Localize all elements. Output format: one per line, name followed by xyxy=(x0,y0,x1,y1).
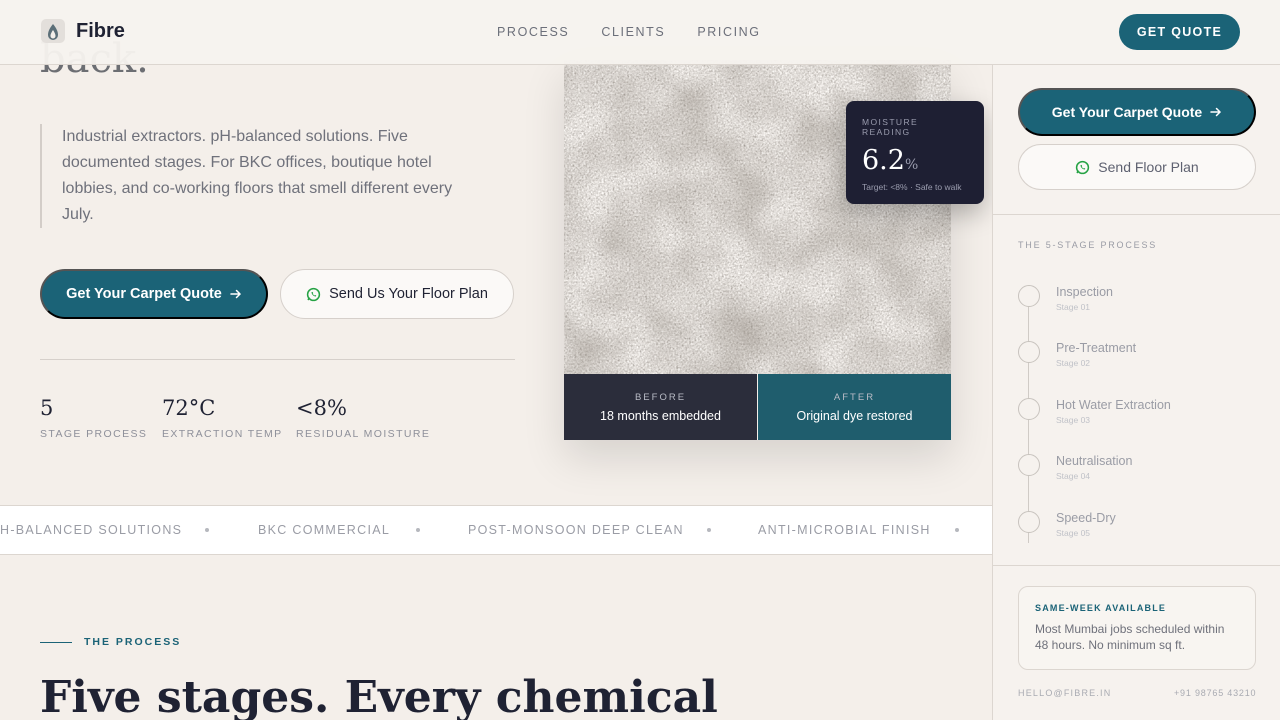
marquee-separator xyxy=(955,528,959,532)
stage-item-hot-water-extraction[interactable]: Hot Water Extraction Stage 03 xyxy=(1018,398,1171,425)
marquee-item: POST-MONSOON DEEP CLEAN xyxy=(468,523,684,537)
hero-description: Industrial extractors. pH-balanced solut… xyxy=(40,124,480,228)
after-text: Original dye restored xyxy=(796,408,913,423)
nav-link-process[interactable]: PROCESS xyxy=(497,25,569,39)
nav-link-clients[interactable]: CLIENTS xyxy=(601,25,665,39)
arrow-right-icon xyxy=(1210,107,1222,117)
stat-temperature: 72°C EXTRACTION TEMP xyxy=(162,396,283,440)
stat-label: STAGE PROCESS xyxy=(40,428,148,440)
top-nav: Fibre PROCESS CLIENTS PRICING GET QUOTE xyxy=(0,0,1280,65)
availability-title: SAME-WEEK AVAILABLE xyxy=(1035,603,1167,613)
marquee-separator xyxy=(707,528,711,532)
moisture-reading-card: MOISTURE READING 6.2% Target: <8% · Safe… xyxy=(846,101,984,204)
stage-marker xyxy=(1018,285,1040,307)
before-text: 18 months embedded xyxy=(600,408,721,423)
stage-name: Speed-Dry xyxy=(1056,511,1116,525)
services-marquee: H-BALANCED SOLUTIONS BKC COMMERCIAL POST… xyxy=(0,505,993,555)
carpet-quote-label: Get Your Carpet Quote xyxy=(66,286,222,302)
get-quote-button[interactable]: GET QUOTE xyxy=(1119,14,1240,50)
stage-item-speed-dry[interactable]: Speed-Dry Stage 05 xyxy=(1018,511,1116,538)
after-panel: AFTER Original dye restored xyxy=(758,374,951,440)
eyebrow-line xyxy=(40,641,72,643)
nav-link-pricing[interactable]: PRICING xyxy=(697,25,760,39)
stage-number: Stage 01 xyxy=(1056,302,1091,312)
sidebar-floor-plan-button[interactable]: Send Floor Plan xyxy=(1018,144,1256,190)
quote-sidebar: Get Your Carpet Quote Send Floor Plan TH… xyxy=(992,65,1280,720)
sidebar-quote-button[interactable]: Get Your Carpet Quote xyxy=(1018,88,1256,136)
logo-mark-icon xyxy=(41,19,65,43)
marquee-separator xyxy=(205,528,209,532)
marquee-separator xyxy=(416,528,420,532)
stage-item-neutralisation[interactable]: Neutralisation Stage 04 xyxy=(1018,454,1132,481)
stat-stages: 5 STAGE PROCESS xyxy=(40,396,147,440)
stage-marker xyxy=(1018,398,1040,420)
sidebar-divider xyxy=(993,565,1280,566)
after-label: AFTER xyxy=(833,391,876,403)
stage-item-inspection[interactable]: Inspection Stage 01 xyxy=(1018,285,1113,312)
moisture-label: MOISTURE READING xyxy=(862,117,919,137)
stage-number: Stage 03 xyxy=(1056,415,1091,425)
stage-name: Pre-Treatment xyxy=(1056,341,1137,355)
eyebrow-text: THE PROCESS xyxy=(84,636,182,648)
stage-number: Stage 05 xyxy=(1056,528,1091,538)
stages-heading: THE 5-STAGE PROCESS xyxy=(1018,240,1158,250)
stage-number: Stage 02 xyxy=(1056,358,1091,368)
stage-marker xyxy=(1018,341,1040,363)
whatsapp-icon xyxy=(1076,160,1090,174)
sidebar-divider xyxy=(993,214,1280,215)
marquee-item: BKC COMMERCIAL xyxy=(258,523,391,537)
process-title: Five stages. Every chemical xyxy=(40,672,718,720)
marquee-item: H-BALANCED SOLUTIONS xyxy=(0,523,183,537)
stat-label: EXTRACTION TEMP xyxy=(162,428,283,440)
brand-logo[interactable]: Fibre xyxy=(40,18,125,44)
stage-number: Stage 04 xyxy=(1056,471,1091,481)
process-eyebrow: THE PROCESS xyxy=(40,636,181,648)
stage-marker xyxy=(1018,454,1040,476)
stat-label: RESIDUAL MOISTURE xyxy=(296,428,431,440)
availability-card: SAME-WEEK AVAILABLE Most Mumbai jobs sch… xyxy=(1018,586,1256,670)
moisture-note: Target: <8% · Safe to walk xyxy=(862,182,962,192)
hero-divider xyxy=(40,359,515,360)
moisture-value-row: 6.2% xyxy=(862,145,968,176)
stage-name: Neutralisation xyxy=(1056,454,1133,468)
brand-name: Fibre xyxy=(76,19,125,42)
sidebar-floor-plan-label: Send Floor Plan xyxy=(1098,159,1199,175)
stat-value: 5 xyxy=(40,396,54,420)
before-label: BEFORE xyxy=(634,391,687,403)
stage-item-pre-treatment[interactable]: Pre-Treatment Stage 02 xyxy=(1018,341,1136,368)
sidebar-quote-label: Get Your Carpet Quote xyxy=(1051,104,1203,120)
moisture-unit: % xyxy=(904,157,919,173)
availability-text: Most Mumbai jobs scheduled within 48 hou… xyxy=(1035,622,1225,652)
moisture-value: 6.2 xyxy=(862,145,905,176)
before-panel: BEFORE 18 months embedded xyxy=(564,374,757,440)
contact-email-link[interactable]: HELLO@FIBRE.IN xyxy=(1018,688,1111,698)
carpet-quote-button[interactable]: Get Your Carpet Quote xyxy=(40,269,268,319)
stage-name: Hot Water Extraction xyxy=(1056,398,1171,412)
send-floor-plan-button[interactable]: Send Us Your Floor Plan xyxy=(280,269,514,319)
arrow-right-icon xyxy=(230,289,241,299)
marquee-item: ANTI-MICROBIAL FINISH xyxy=(758,523,931,537)
stat-value: 72°C xyxy=(162,396,216,420)
stat-value: <8% xyxy=(296,396,347,420)
stat-moisture: <8% RESIDUAL MOISTURE xyxy=(296,396,430,440)
send-floor-plan-label: Send Us Your Floor Plan xyxy=(329,286,488,302)
nav-links: PROCESS CLIENTS PRICING xyxy=(497,25,761,39)
whatsapp-icon xyxy=(306,287,321,301)
stage-marker xyxy=(1018,511,1040,533)
stage-name: Inspection xyxy=(1056,285,1113,299)
contact-phone-link[interactable]: +91 98765 43210 xyxy=(1174,688,1256,698)
